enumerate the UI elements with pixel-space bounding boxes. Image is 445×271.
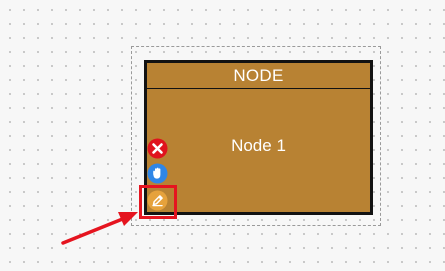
pointer-arrow (61, 212, 138, 245)
diagram-canvas[interactable]: NODE Node 1 (0, 0, 445, 271)
